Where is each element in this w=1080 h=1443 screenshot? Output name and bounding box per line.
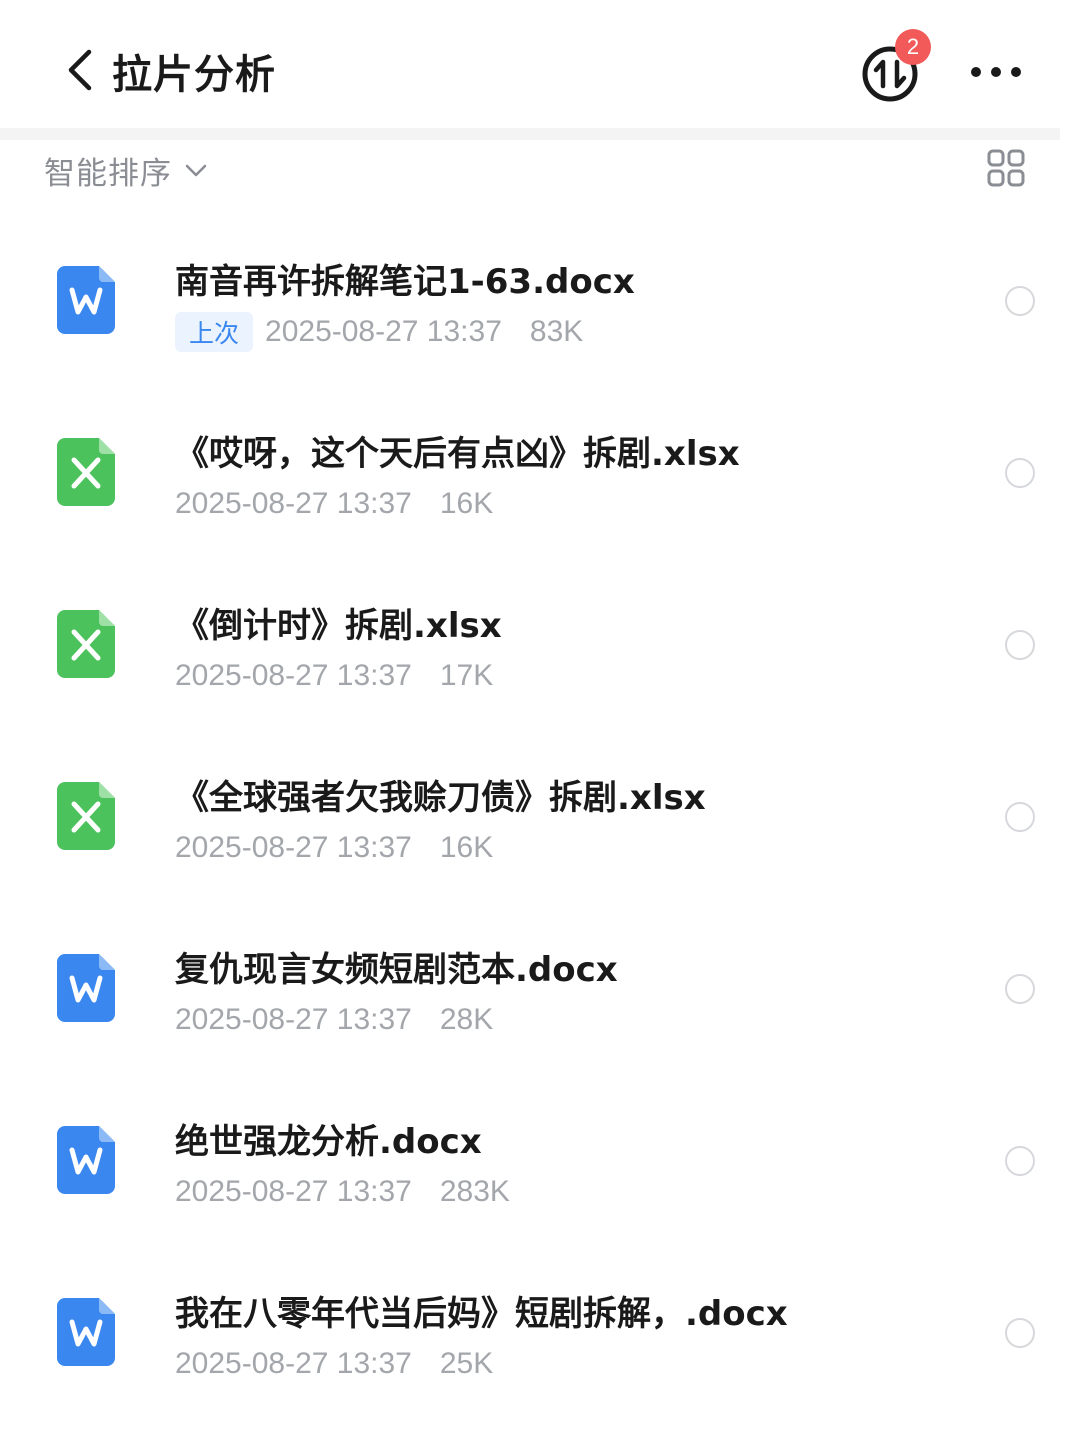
sort-dropdown[interactable]: 智能排序 (44, 148, 208, 192)
file-meta: 2025-08-27 13:37 25K (175, 1344, 493, 1384)
file-size: 16K (439, 487, 494, 520)
sort-bar: 智能排序 (0, 140, 1080, 200)
grid-view-button[interactable] (986, 148, 1026, 188)
file-size: 83K (529, 315, 584, 348)
more-button[interactable] (966, 52, 1026, 92)
word-doc-icon (57, 1126, 115, 1194)
file-meta: 2025-08-27 13:37 28K (175, 1000, 493, 1040)
excel-sheet-icon (57, 782, 115, 850)
word-doc-icon (57, 1298, 115, 1366)
notification-badge: 2 (895, 29, 931, 65)
file-row[interactable]: 南音再许拆解笔记1-63.docx 上次 2025-08-27 13:37 83… (0, 214, 1080, 386)
file-meta: 2025-08-27 13:37 16K (175, 484, 493, 524)
select-radio[interactable] (1005, 630, 1035, 660)
grid-view-icon (987, 149, 1025, 187)
select-radio[interactable] (1005, 1318, 1035, 1348)
top-nav-bar: 拉片分析 2 (0, 0, 1080, 130)
file-size: 17K (439, 659, 494, 692)
file-row[interactable]: 《哎呀，这个天后有点凶》拆剧.xlsx 2025-08-27 13:37 16K (0, 386, 1080, 558)
file-row[interactable]: 复仇现言女频短剧范本.docx 2025-08-27 13:37 28K (0, 902, 1080, 1074)
file-date: 2025-08-27 13:37 (265, 315, 502, 348)
file-size: 283K (439, 1175, 510, 1208)
file-meta: 2025-08-27 13:37 16K (175, 828, 493, 868)
back-button[interactable] (56, 44, 104, 96)
page-title: 拉片分析 (112, 52, 276, 98)
select-radio[interactable] (1005, 458, 1035, 488)
chevron-down-icon (184, 162, 208, 178)
file-name: 我在八零年代当后妈》短剧拆解，.docx (175, 1294, 788, 1334)
word-doc-icon (57, 954, 115, 1022)
file-name: 《全球强者欠我赊刀债》拆剧.xlsx (175, 778, 706, 818)
file-size: 25K (439, 1347, 494, 1380)
select-radio[interactable] (1005, 974, 1035, 1004)
file-date: 2025-08-27 13:37 (175, 1175, 412, 1208)
word-doc-icon (57, 266, 115, 334)
file-meta: 2025-08-27 13:37 283K (175, 1172, 510, 1212)
file-meta: 2025-08-27 13:37 17K (175, 656, 493, 696)
file-date: 2025-08-27 13:37 (175, 831, 412, 864)
select-radio[interactable] (1005, 802, 1035, 832)
file-date: 2025-08-27 13:37 (175, 487, 412, 520)
file-date: 2025-08-27 13:37 (175, 659, 412, 692)
file-row[interactable]: 《全球强者欠我赊刀债》拆剧.xlsx 2025-08-27 13:37 16K (0, 730, 1080, 902)
file-date: 2025-08-27 13:37 (175, 1347, 412, 1380)
file-meta: 上次 2025-08-27 13:37 83K (175, 312, 583, 352)
select-radio[interactable] (1005, 1146, 1035, 1176)
chevron-left-icon (68, 49, 92, 91)
file-name: 南音再许拆解笔记1-63.docx (175, 262, 635, 302)
file-size: 28K (439, 1003, 494, 1036)
last-opened-tag: 上次 (175, 312, 254, 352)
file-row[interactable]: 我在八零年代当后妈》短剧拆解，.docx 2025-08-27 13:37 25… (0, 1246, 1080, 1418)
excel-sheet-icon (57, 610, 115, 678)
file-row[interactable]: 绝世强龙分析.docx 2025-08-27 13:37 283K (0, 1074, 1080, 1246)
file-size: 16K (439, 831, 494, 864)
excel-sheet-icon (57, 438, 115, 506)
more-dots-icon (971, 67, 1021, 77)
file-name: 《倒计时》拆剧.xlsx (175, 606, 502, 646)
file-name: 复仇现言女频短剧范本.docx (175, 950, 618, 990)
file-name: 绝世强龙分析.docx (175, 1122, 482, 1162)
file-name: 《哎呀，这个天后有点凶》拆剧.xlsx (175, 434, 740, 474)
file-date: 2025-08-27 13:37 (175, 1003, 412, 1036)
file-row[interactable]: 《倒计时》拆剧.xlsx 2025-08-27 13:37 17K (0, 558, 1080, 730)
select-radio[interactable] (1005, 286, 1035, 316)
sort-label: 智能排序 (44, 155, 172, 192)
header-divider (0, 128, 1060, 140)
